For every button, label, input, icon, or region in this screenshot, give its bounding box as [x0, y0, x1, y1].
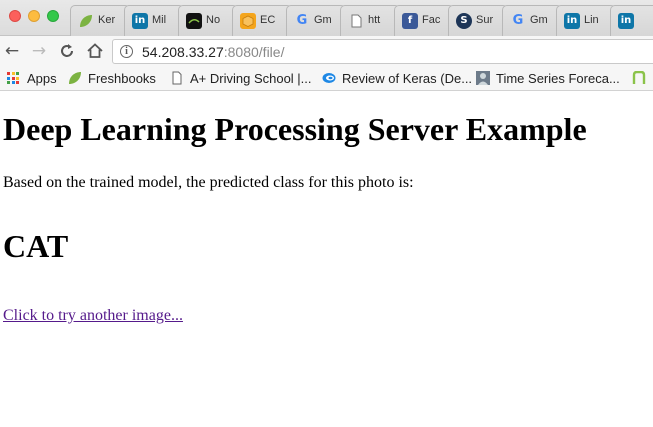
tab-8[interactable]: S Sur: [448, 5, 508, 36]
bookmark-label: A+ Driving School |...: [190, 71, 312, 86]
reload-icon[interactable]: [56, 40, 78, 62]
bookmark-label: Time Series Foreca...: [496, 71, 620, 86]
url-text[interactable]: 54.208.33.27:8080/file/: [142, 44, 284, 60]
linkedin-icon: in: [132, 13, 148, 29]
tab-strip: Ker in Mil No EC G Gm htt f Fac S Sur G …: [0, 0, 653, 36]
tab-5[interactable]: G Gm: [286, 5, 346, 36]
tab-1[interactable]: Ker: [70, 5, 130, 36]
facebook-icon: f: [402, 13, 418, 29]
n-logo-icon: [632, 70, 646, 85]
info-icon[interactable]: i: [120, 45, 133, 58]
tab-11[interactable]: in: [610, 5, 653, 36]
box-icon: [240, 13, 256, 29]
tab-9[interactable]: G Gm: [502, 5, 562, 36]
swirl-icon: [322, 71, 336, 85]
minimize-window-button[interactable]: [28, 10, 40, 22]
bookmarks-bar: Apps Freshbooks A+ Driving School |... R…: [0, 66, 653, 91]
linkedin-icon: in: [564, 13, 580, 29]
url-path: :8080/file/: [223, 44, 285, 60]
page-icon: [170, 71, 184, 85]
close-window-button[interactable]: [9, 10, 21, 22]
google-icon: G: [296, 13, 308, 28]
tab-10[interactable]: in Lin: [556, 5, 616, 36]
dark-logo-icon: [186, 13, 202, 29]
page-content: Deep Learning Processing Server Example …: [0, 92, 653, 427]
tab-3[interactable]: No: [178, 5, 238, 36]
tab-2[interactable]: in Mil: [124, 5, 184, 36]
tab-7[interactable]: f Fac: [394, 5, 454, 36]
tab-6[interactable]: htt: [340, 5, 400, 36]
linkedin-icon: in: [618, 13, 634, 29]
bookmark-label: Review of Keras (De...: [342, 71, 473, 86]
url-host: 54.208.33.27: [142, 44, 224, 60]
toolbar: ← → i 54.208.33.27:8080/file/: [0, 36, 653, 66]
google-icon: G: [512, 13, 524, 28]
back-arrow-icon[interactable]: ←: [1, 40, 23, 62]
bookmark-label: Freshbooks: [88, 71, 156, 86]
leaf-icon: [68, 71, 82, 85]
tabs: Ker in Mil No EC G Gm htt f Fac S Sur G …: [70, 5, 653, 36]
apps-grid-icon: [7, 71, 21, 85]
s-circle-icon: S: [456, 13, 472, 29]
forward-arrow-icon[interactable]: →: [28, 40, 50, 62]
page-title: Deep Learning Processing Server Example: [3, 111, 587, 147]
predicted-class: CAT: [3, 228, 69, 264]
page-icon: [348, 13, 364, 29]
leaf-icon: [78, 13, 94, 29]
address-bar[interactable]: i 54.208.33.27:8080/file/: [112, 39, 653, 64]
bookmark-label: Apps: [27, 71, 57, 86]
tab-4[interactable]: EC: [232, 5, 292, 36]
avatar-icon: [476, 71, 490, 85]
home-icon[interactable]: [84, 40, 106, 62]
maximize-window-button[interactable]: [47, 10, 59, 22]
try-another-image-link[interactable]: Click to try another image...: [3, 307, 183, 325]
prediction-description: Based on the trained model, the predicte…: [3, 174, 414, 191]
